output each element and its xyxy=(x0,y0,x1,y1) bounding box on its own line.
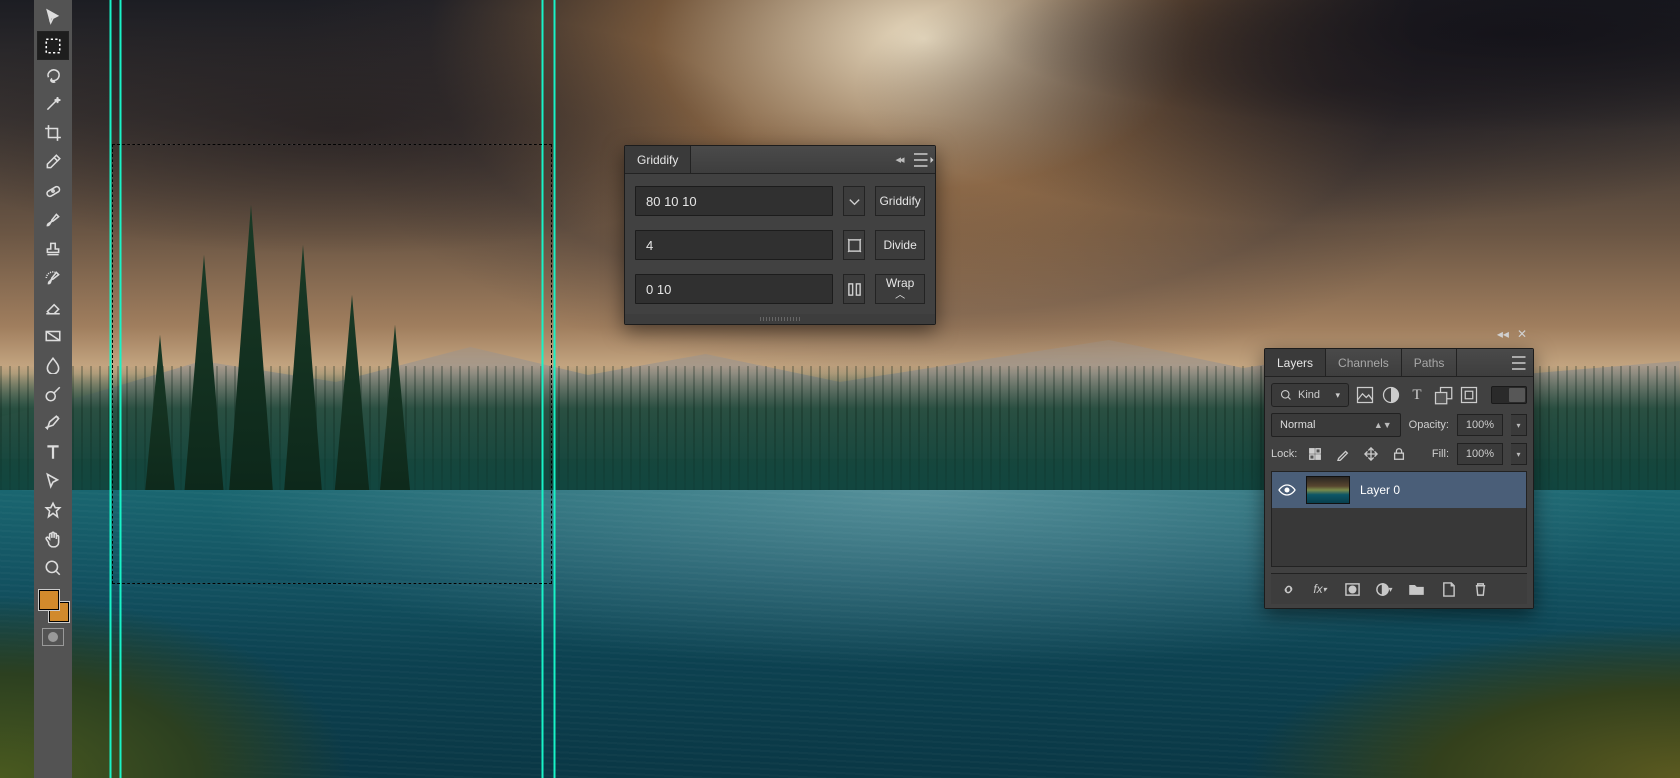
panel-menu-button[interactable] xyxy=(911,146,935,173)
hand-tool[interactable] xyxy=(37,524,69,553)
zoom-tool[interactable] xyxy=(37,553,69,582)
layers-panel-menu-button[interactable] xyxy=(1509,349,1533,376)
marquee-tool[interactable] xyxy=(37,31,69,60)
panel-resize-grip[interactable] xyxy=(625,314,935,324)
filter-pixel-icon[interactable] xyxy=(1355,385,1375,405)
layer-filter-kind-select[interactable]: Kind ▾ xyxy=(1271,383,1349,407)
clone-stamp-tool[interactable] xyxy=(37,234,69,263)
quick-mask-toggle[interactable] xyxy=(42,628,64,646)
panel-collapse-button[interactable]: ◂◂ xyxy=(887,146,911,173)
tools-panel xyxy=(34,0,72,778)
tab-channels[interactable]: Channels xyxy=(1326,349,1402,376)
griddify-option-1[interactable] xyxy=(843,230,865,260)
layer-row[interactable]: Layer 0 xyxy=(1272,472,1526,508)
fill-label: Fill: xyxy=(1432,448,1449,460)
griddify-tab[interactable]: Griddify xyxy=(625,146,691,173)
new-group-icon[interactable] xyxy=(1407,580,1425,598)
lock-all-icon[interactable] xyxy=(1389,444,1409,464)
new-layer-icon[interactable] xyxy=(1439,580,1457,598)
link-layers-icon[interactable] xyxy=(1279,580,1297,598)
griddify-input-1[interactable] xyxy=(635,230,833,260)
lock-pixels-icon[interactable] xyxy=(1333,444,1353,464)
history-brush-tool[interactable] xyxy=(37,263,69,292)
lock-position-icon[interactable] xyxy=(1361,444,1381,464)
shape-tool[interactable] xyxy=(37,495,69,524)
filter-adjustment-icon[interactable] xyxy=(1381,385,1401,405)
brush-tool[interactable] xyxy=(37,205,69,234)
griddify-input-0[interactable] xyxy=(635,186,833,216)
quick-select-tool[interactable] xyxy=(37,89,69,118)
selection-marquee[interactable] xyxy=(112,144,552,584)
griddify-panel-header[interactable]: Griddify ◂◂ xyxy=(625,146,935,174)
griddify-action-griddify[interactable]: Griddify xyxy=(875,186,925,216)
guide-vertical[interactable] xyxy=(110,0,111,778)
guide-vertical[interactable] xyxy=(554,0,555,778)
opacity-flyout[interactable]: ▾ xyxy=(1511,414,1527,436)
filter-smart-icon[interactable] xyxy=(1459,385,1479,405)
type-tool[interactable] xyxy=(37,437,69,466)
griddify-panel-body: Griddify Divide Wrap︿ xyxy=(625,174,935,314)
filter-type-icon[interactable]: T xyxy=(1407,385,1427,405)
layers-collapse-button[interactable]: ◂◂ xyxy=(1497,327,1509,341)
layer-name[interactable]: Layer 0 xyxy=(1360,483,1400,497)
fill-flyout[interactable]: ▾ xyxy=(1511,443,1527,465)
path-select-tool[interactable] xyxy=(37,466,69,495)
filter-shape-icon[interactable] xyxy=(1433,385,1453,405)
layers-panel-header[interactable]: Layers Channels Paths xyxy=(1265,349,1533,377)
eraser-tool[interactable] xyxy=(37,292,69,321)
foreground-color-swatch[interactable] xyxy=(39,590,59,610)
griddify-action-wrap[interactable]: Wrap︿ xyxy=(875,274,925,304)
layers-close-button[interactable]: ✕ xyxy=(1517,327,1527,341)
layer-visibility-icon[interactable] xyxy=(1278,481,1296,499)
blend-mode-select[interactable]: Normal▲▼ xyxy=(1271,413,1401,437)
blur-tool[interactable] xyxy=(37,350,69,379)
opacity-label: Opacity: xyxy=(1409,419,1449,431)
crop-tool[interactable] xyxy=(37,118,69,147)
layers-panel[interactable]: ◂◂ ✕ Layers Channels Paths Kind ▾ T Norm… xyxy=(1264,348,1534,609)
layer-fx-icon[interactable]: fx▾ xyxy=(1311,580,1329,598)
add-mask-icon[interactable] xyxy=(1343,580,1361,598)
lasso-tool[interactable] xyxy=(37,60,69,89)
opacity-value[interactable]: 100% xyxy=(1457,414,1503,436)
pen-tool[interactable] xyxy=(37,408,69,437)
lock-label: Lock: xyxy=(1271,448,1297,460)
layers-panel-footer: fx▾ ▾ xyxy=(1271,573,1527,604)
dodge-tool[interactable] xyxy=(37,379,69,408)
delete-layer-icon[interactable] xyxy=(1471,580,1489,598)
griddify-title: Griddify xyxy=(637,153,678,167)
eyedropper-tool[interactable] xyxy=(37,147,69,176)
tab-paths[interactable]: Paths xyxy=(1402,349,1458,376)
griddify-action-divide[interactable]: Divide xyxy=(875,230,925,260)
layers-panel-body: Kind ▾ T Normal▲▼ Opacity: 100% ▾ Lock: xyxy=(1265,377,1533,608)
filter-toggle[interactable] xyxy=(1491,386,1527,404)
layers-list[interactable]: Layer 0 xyxy=(1271,471,1527,567)
color-swatches[interactable] xyxy=(37,590,69,622)
fill-value[interactable]: 100% xyxy=(1457,443,1503,465)
new-adjustment-icon[interactable]: ▾ xyxy=(1375,580,1393,598)
healing-brush-tool[interactable] xyxy=(37,176,69,205)
lock-transparency-icon[interactable] xyxy=(1305,444,1325,464)
layer-thumbnail[interactable] xyxy=(1306,476,1350,504)
griddify-input-2[interactable] xyxy=(635,274,833,304)
gradient-tool[interactable] xyxy=(37,321,69,350)
tab-layers[interactable]: Layers xyxy=(1265,349,1326,376)
griddify-panel[interactable]: Griddify ◂◂ Griddify Divide Wrap︿ xyxy=(624,145,936,325)
griddify-option-2[interactable] xyxy=(843,274,865,304)
griddify-option-0[interactable] xyxy=(843,186,865,216)
move-tool[interactable] xyxy=(37,2,69,31)
